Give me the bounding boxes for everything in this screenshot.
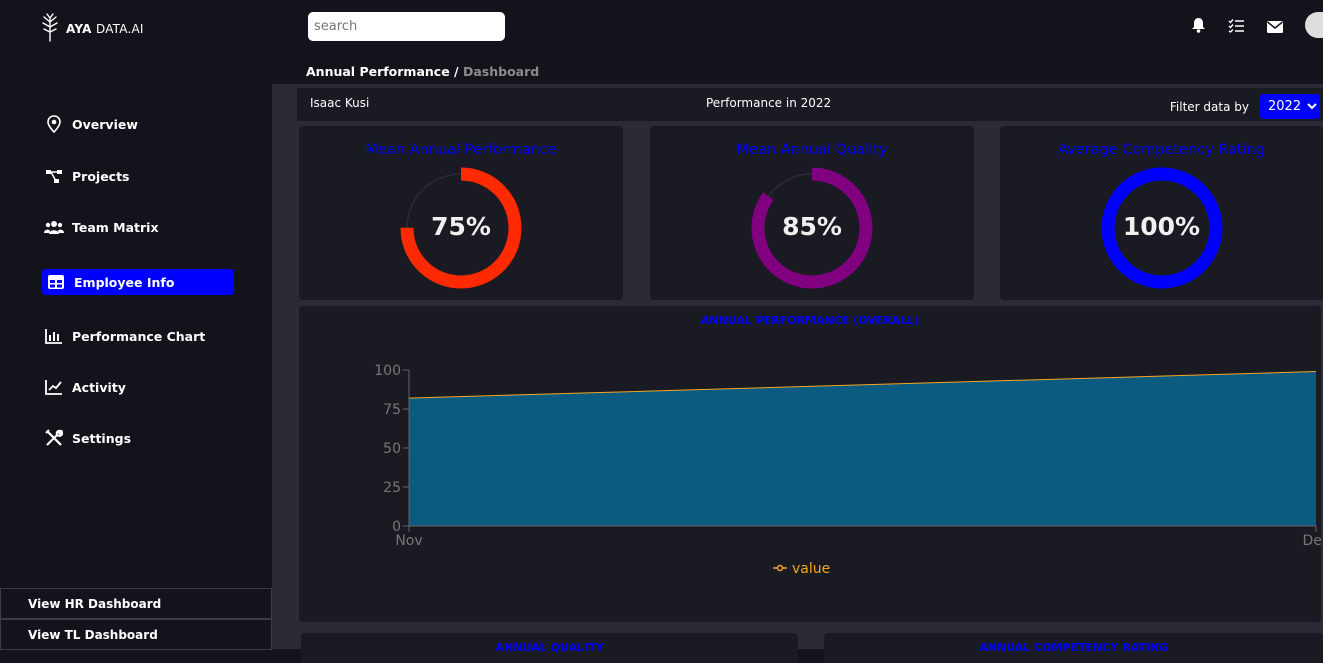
x-tick-label: Dec	[1302, 533, 1321, 549]
sidebar-item-team-matrix[interactable]: Team Matrix	[42, 214, 234, 240]
kpi-value: 75%	[399, 212, 523, 241]
breadcrumb-section[interactable]: Dashboard	[463, 64, 539, 79]
users-icon	[44, 217, 64, 237]
brand-logo[interactable]: AYA DATA.AI	[40, 12, 144, 46]
view-tl-dashboard-button[interactable]: View TL Dashboard	[0, 619, 272, 650]
sidebar: AYA DATA.AI Overview Projects Team Matri…	[0, 0, 272, 649]
sidebar-item-label: Settings	[72, 431, 131, 446]
sidebar-item-label: Performance Chart	[72, 329, 205, 344]
mail-icon[interactable]	[1267, 18, 1283, 37]
sidebar-item-performance-chart[interactable]: Performance Chart	[42, 323, 234, 349]
view-hr-dashboard-button[interactable]: View HR Dashboard	[0, 588, 272, 619]
kpi-title: Mean Annual Performance	[299, 142, 623, 158]
top-bar	[272, 0, 1323, 56]
sidebar-item-label: Employee Info	[74, 275, 174, 290]
performance-year-label: Performance in 2022	[706, 96, 831, 110]
kpi-title: Average Competency Rating	[1000, 142, 1323, 158]
kpi-donut: 100%	[1100, 166, 1224, 290]
kpi-card-quality: Mean Annual Quality 85%	[650, 126, 974, 300]
year-select-value: 2022	[1268, 99, 1301, 114]
employee-name: Isaac Kusi	[310, 96, 369, 110]
year-select[interactable]: 2022	[1260, 94, 1320, 119]
kpi-donut: 85%	[750, 166, 874, 290]
card-title: ANNUAL COMPETENCY RATING	[824, 641, 1323, 654]
x-tick-label: Nov	[395, 533, 422, 549]
info-bar: Isaac Kusi Performance in 2022 Filter da…	[297, 88, 1323, 121]
brand-name-light: DATA.AI	[96, 22, 144, 36]
bar-chart-icon	[44, 326, 64, 346]
area-chart-svg: 0255075100NovDecvalue	[299, 306, 1321, 622]
main-content: Isaac Kusi Performance in 2022 Filter da…	[272, 84, 1323, 649]
project-flow-icon	[44, 166, 64, 186]
sidebar-item-settings[interactable]: Settings	[42, 425, 234, 451]
kpi-donut: 75%	[399, 166, 523, 290]
y-tick-label: 25	[383, 480, 401, 496]
legend-label: value	[792, 561, 830, 577]
kpi-title: Mean Annual Quality	[650, 142, 974, 158]
legend-marker	[778, 566, 783, 571]
card-title: ANNUAL QUALITY	[301, 641, 798, 654]
breadcrumb: Annual Performance / Dashboard	[306, 64, 539, 79]
breadcrumb-current: Annual Performance /	[306, 64, 459, 79]
brand-name-bold: AYA	[66, 22, 92, 36]
sidebar-item-label: Overview	[72, 117, 138, 132]
sidebar-item-projects[interactable]: Projects	[42, 163, 234, 189]
sidebar-item-label: Team Matrix	[72, 220, 159, 235]
bell-icon[interactable]	[1191, 17, 1206, 37]
area-fill	[409, 372, 1316, 526]
kpi-value: 100%	[1100, 212, 1224, 241]
location-pin-icon	[44, 114, 64, 134]
sidebar-item-overview[interactable]: Overview	[42, 111, 234, 137]
filter-label: Filter data by	[1170, 100, 1249, 114]
annual-quality-card: ANNUAL QUALITY	[301, 633, 798, 663]
y-tick-label: 100	[374, 363, 401, 379]
kpi-value: 85%	[750, 212, 874, 241]
top-icons	[1191, 16, 1323, 38]
sidebar-item-employee-info[interactable]: Employee Info	[42, 269, 234, 295]
kpi-card-competency: Average Competency Rating 100%	[1000, 126, 1323, 300]
sidebar-item-activity[interactable]: Activity	[42, 374, 234, 400]
sidebar-item-label: Projects	[72, 169, 130, 184]
avatar[interactable]	[1305, 12, 1323, 38]
table-icon	[46, 272, 66, 292]
y-tick-label: 75	[383, 402, 401, 418]
annual-performance-chart: ANNUAL PERFORMANCE (OVERALL) 0255075100N…	[299, 306, 1321, 622]
search-input[interactable]	[308, 12, 505, 41]
annual-competency-card: ANNUAL COMPETENCY RATING	[824, 633, 1323, 663]
tools-icon	[44, 428, 64, 448]
brand-name: AYA DATA.AI	[66, 22, 144, 36]
tree-logo-icon	[40, 12, 60, 46]
checklist-icon[interactable]	[1228, 18, 1245, 37]
chevron-down-icon	[1307, 99, 1317, 114]
y-tick-label: 50	[383, 441, 401, 457]
kpi-card-performance: Mean Annual Performance 75%	[299, 126, 623, 300]
sidebar-item-label: Activity	[72, 380, 126, 395]
line-chart-icon	[44, 377, 64, 397]
